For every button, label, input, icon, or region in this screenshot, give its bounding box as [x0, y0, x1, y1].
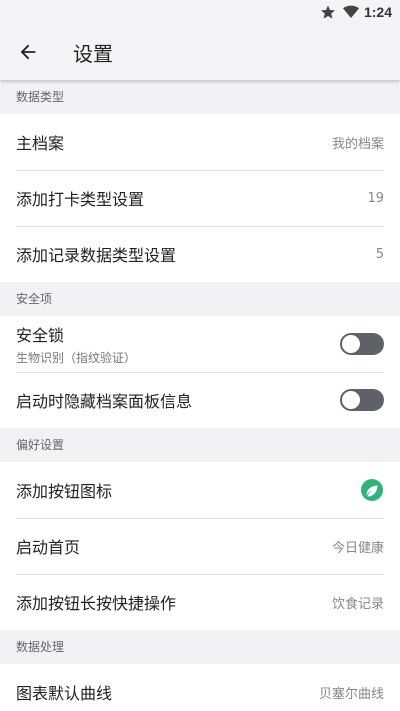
section-header-preferences: 偏好设置	[0, 428, 400, 462]
page-title: 设置	[73, 41, 113, 66]
group-data-types: 主档案 我的档案 添加打卡类型设置 19 添加记录数据类型设置 5	[0, 114, 400, 282]
toggle-knob	[342, 391, 360, 409]
row-security-lock[interactable]: 安全锁 生物识别（指纹验证）	[0, 316, 400, 372]
section-header-security: 安全项	[0, 282, 400, 316]
status-time: 1:24	[363, 4, 392, 20]
row-start-page[interactable]: 启动首页 今日健康	[0, 518, 400, 574]
section-header-data-types: 数据类型	[0, 80, 400, 114]
row-hide-panel[interactable]: 启动时隐藏档案面板信息	[0, 372, 400, 428]
row-title: 添加记录数据类型设置	[16, 246, 177, 265]
row-value: 5	[375, 246, 384, 262]
row-value: 贝塞尔曲线	[318, 686, 384, 702]
row-value: 饮食记录	[331, 596, 384, 612]
back-button[interactable]	[0, 24, 56, 80]
row-long-press[interactable]: 添加按钮长按快捷操作 饮食记录	[0, 574, 400, 630]
row-value: 我的档案	[331, 136, 384, 152]
toggle-knob	[342, 335, 360, 353]
row-record-types[interactable]: 添加记录数据类型设置 5	[0, 226, 400, 282]
section-header-data-processing: 数据处理	[0, 630, 400, 664]
row-subtitle: 生物识别（指纹验证）	[16, 351, 137, 365]
row-title: 启动首页	[16, 538, 81, 557]
group-security: 安全锁 生物识别（指纹验证） 启动时隐藏档案面板信息	[0, 316, 400, 428]
row-value: 19	[367, 190, 384, 206]
security-lock-toggle[interactable]	[340, 333, 384, 355]
row-text: 安全锁 生物识别（指纹验证）	[16, 322, 136, 366]
row-add-button-icon[interactable]: 添加按钮图标	[0, 462, 400, 518]
row-title: 添加打卡类型设置	[16, 190, 145, 209]
row-title: 添加按钮图标	[16, 482, 113, 501]
row-title: 添加按钮长按快捷操作	[16, 594, 177, 613]
row-title: 安全锁	[16, 326, 65, 345]
group-data-processing: 图表默认曲线 贝塞尔曲线	[0, 664, 400, 711]
app-bar: 设置	[0, 24, 400, 80]
row-main-profile[interactable]: 主档案 我的档案	[0, 114, 400, 170]
group-preferences: 添加按钮图标 启动首页 今日健康 添加按钮长按快捷操作 饮食记录	[0, 462, 400, 630]
row-title: 图表默认曲线	[16, 684, 113, 703]
row-checkin-types[interactable]: 添加打卡类型设置 19	[0, 170, 400, 226]
star-icon	[320, 4, 336, 20]
wifi-icon	[342, 4, 359, 20]
status-bar: 1:24	[0, 0, 400, 24]
row-value: 今日健康	[331, 540, 384, 556]
row-title: 启动时隐藏档案面板信息	[16, 392, 193, 411]
arrow-back-icon	[20, 44, 36, 60]
hide-panel-toggle[interactable]	[340, 389, 384, 411]
leaf-icon	[360, 478, 384, 502]
row-chart-curve[interactable]: 图表默认曲线 贝塞尔曲线	[0, 664, 400, 711]
row-title: 主档案	[16, 134, 65, 153]
